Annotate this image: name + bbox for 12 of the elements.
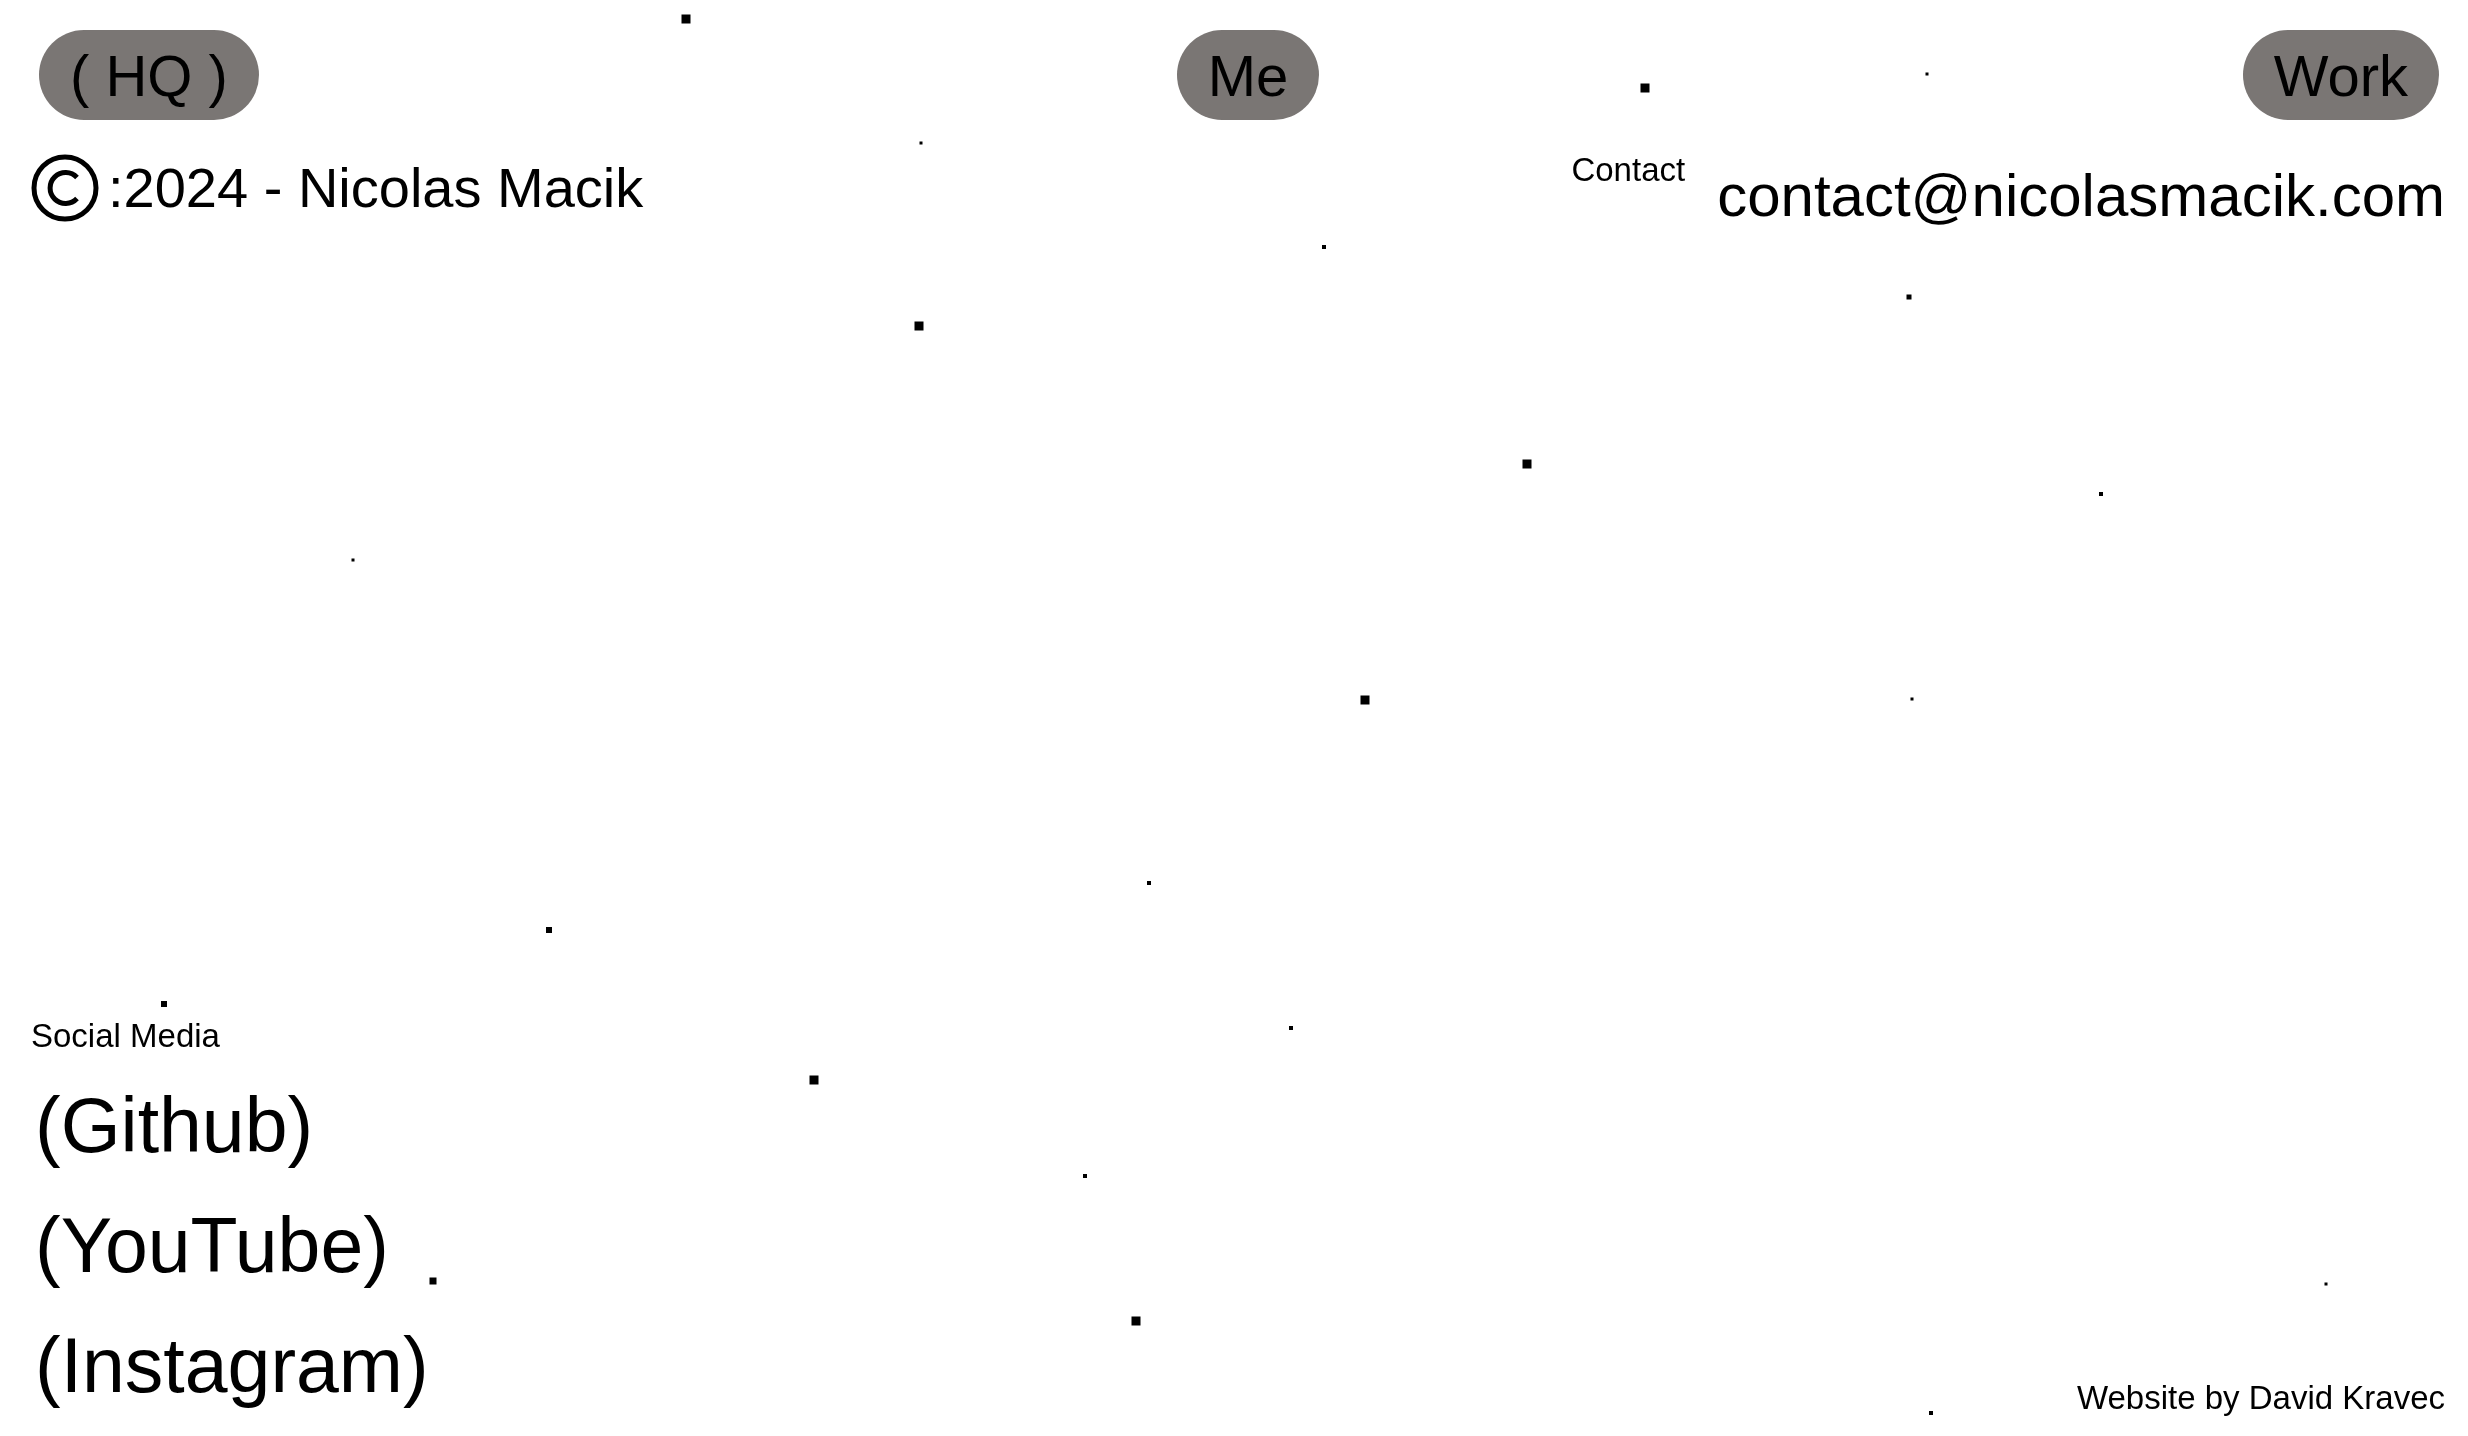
nav-button[interactable]: Me [1176,30,1320,120]
social-link[interactable]: (YouTube) [35,1185,389,1305]
nav-button[interactable]: ( HQ ) [39,30,259,120]
email-link[interactable]: contact@nicolasmacik.com [1717,160,2445,232]
contact-label: Contact [1571,150,1686,190]
credit-text: Website by David Kravec [2076,1378,2445,1418]
social-link[interactable]: (Github) [35,1065,314,1185]
social-link[interactable]: (Instagram) [35,1305,429,1425]
social-media-label: Social Media [31,1016,220,1056]
copyright-icon [31,154,99,222]
copyright-text: :2024 - Nicolas Macik [108,155,644,222]
nav-button[interactable]: Work [2242,30,2439,120]
